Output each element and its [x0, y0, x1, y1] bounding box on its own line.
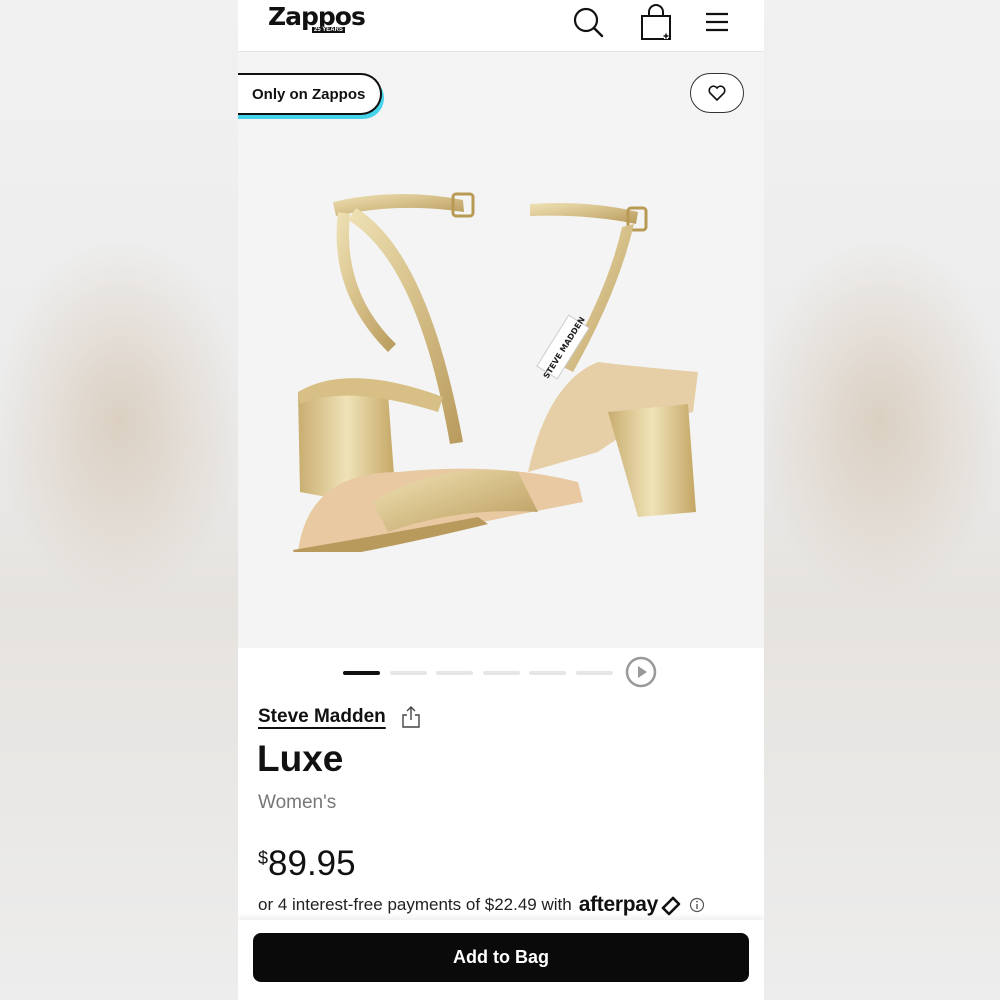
heart-icon	[708, 85, 726, 102]
product-image-sandal: STEVE MADDEN	[293, 192, 698, 552]
afterpay-arrows-icon	[661, 896, 681, 916]
shopping-bag-icon[interactable]	[638, 4, 674, 40]
product-gender: Women's	[258, 792, 337, 813]
gallery-dot[interactable]	[529, 671, 566, 675]
gallery-dot[interactable]	[436, 671, 473, 675]
gallery-pagination	[238, 656, 764, 690]
afterpay-logo: afterpay	[578, 893, 659, 916]
product-title: Luxe	[257, 738, 344, 779]
price-amount: 89.95	[268, 844, 356, 883]
favorite-button[interactable]	[690, 73, 744, 113]
afterpay-info: or 4 interest-free payments of $22.49 wi…	[258, 890, 758, 920]
info-icon[interactable]	[689, 897, 705, 913]
site-header: Zappos 25 YEARS	[238, 0, 764, 52]
gallery-dot[interactable]	[343, 671, 380, 675]
gallery-dot[interactable]	[483, 671, 520, 675]
exclusive-badge-label: Only on Zappos	[252, 85, 366, 103]
share-icon[interactable]	[400, 705, 422, 729]
menu-icon[interactable]	[700, 4, 736, 40]
exclusive-badge: Only on Zappos	[238, 73, 382, 115]
mobile-page: Zappos 25 YEARS Only on Zappos STEVE MAD…	[238, 0, 764, 1000]
product-price: $89.95	[258, 844, 356, 884]
search-icon[interactable]	[570, 4, 606, 40]
price-currency: $	[258, 848, 269, 868]
afterpay-text: or 4 interest-free payments of $22.49 wi…	[258, 895, 572, 914]
brand-row: Steve Madden	[258, 702, 422, 732]
gallery-dot[interactable]	[390, 671, 427, 675]
logo-anniversary-badge: 25 YEARS	[312, 27, 345, 33]
brand-link[interactable]: Steve Madden	[258, 706, 386, 728]
add-to-bag-button[interactable]: Add to Bag	[253, 933, 749, 982]
sticky-cta-bar: Add to Bag	[238, 920, 764, 1000]
play-video-icon[interactable]	[625, 656, 657, 688]
product-image-gallery[interactable]: Only on Zappos STEVE MADDEN	[238, 52, 764, 648]
gallery-dot[interactable]	[576, 671, 613, 675]
